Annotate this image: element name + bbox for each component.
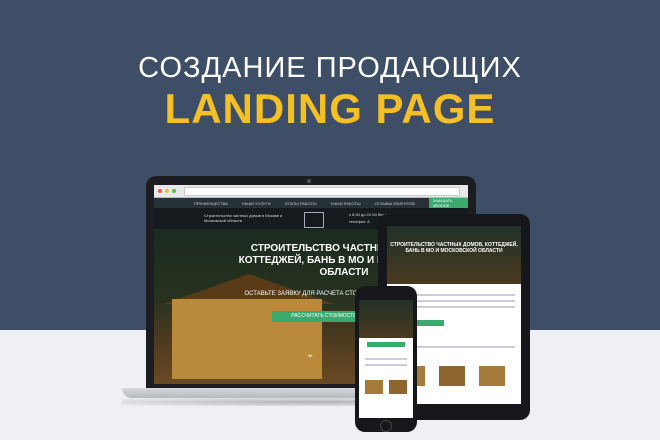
nav-item-works[interactable]: НАШИ РАБОТЫ [331,201,361,206]
tablet-house-thumb [439,366,465,386]
tablet-hero: СТРОИТЕЛЬСТВО ЧАСТНЫХ ДОМОВ, КОТТЕДЖЕЙ, … [387,226,521,284]
phone-screen [359,300,413,418]
browser-toolbar [154,185,468,198]
camera-icon [307,179,311,183]
nav-item-stages[interactable]: ЭТАПЫ РАБОТЫ [285,201,317,206]
minimize-dot-icon[interactable] [165,189,169,193]
close-dot-icon[interactable] [158,189,162,193]
phone-label: телефон: 8 [349,219,370,224]
phone-text-line [365,358,407,360]
site-nav: ПРЕИМУЩЕСТВА НАШИ УСЛУГИ ЭТАПЫ РАБОТЫ НА… [154,197,468,209]
phone-hero [359,300,413,338]
nav-item-advantages[interactable]: ПРЕИМУЩЕСТВА [194,201,228,206]
phone-house-thumb [389,380,407,394]
phone-device [355,286,417,432]
phone-text-line [365,364,407,366]
nav-item-services[interactable]: НАШИ УСЛУГИ [242,201,271,206]
home-button[interactable] [380,420,392,432]
maximize-dot-icon[interactable] [172,189,176,193]
tablet-hero-title: СТРОИТЕЛЬСТВО ЧАСТНЫХ ДОМОВ, КОТТЕДЖЕЙ, … [390,242,518,254]
phone-house-thumb [365,380,383,394]
house-logo-icon [304,212,324,228]
headline-line1: СОЗДАНИЕ ПРОДАЮЩИХ [138,52,522,84]
headline-line2: LANDING PAGE [164,85,496,132]
chevron-down-icon[interactable]: ⌄ [306,349,314,360]
nav-item-reviews[interactable]: ОТЗЫВЫ КЛИЕНТОВ [375,201,415,206]
tablet-house-thumb [479,366,505,386]
phone-cta-button[interactable] [367,342,405,347]
site-tagline: Строительство частных домов в Москве и М… [204,213,283,223]
address-bar[interactable] [184,187,460,196]
